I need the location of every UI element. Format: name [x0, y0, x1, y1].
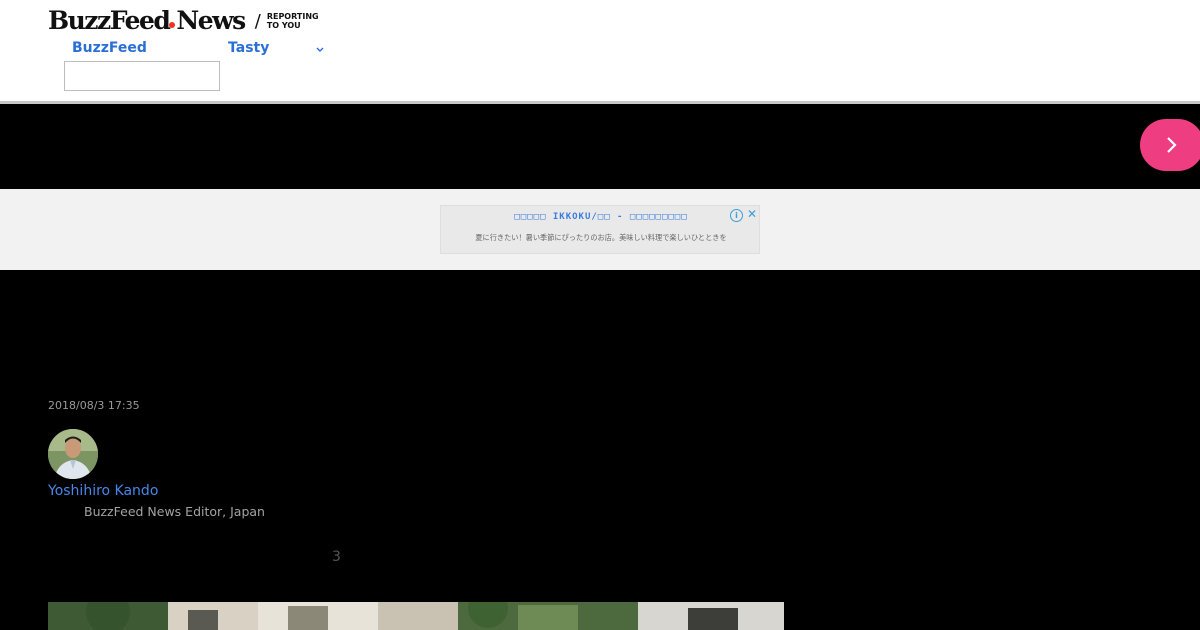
article-hero-image [48, 602, 784, 630]
logo-tagline: REPORTING TO YOU [267, 12, 327, 30]
header-divider [0, 101, 1200, 104]
author-avatar[interactable] [48, 429, 98, 479]
author-avatar-image [48, 429, 98, 479]
logo-brand: BuzzFeed [48, 6, 171, 35]
logo-slash: / [254, 10, 261, 32]
author-role: BuzzFeed News Editor, Japan [84, 504, 265, 519]
article-marker: 3 [332, 549, 341, 565]
site-header: BuzzFeed News / REPORTING TO YOU BuzzFeed… [0, 0, 1200, 101]
ad-info-icon[interactable]: i [730, 209, 743, 222]
logo-tagline-line2: TO YOU [266, 21, 301, 30]
logo-wordmark: BuzzFeed News [48, 6, 246, 36]
logo-dot [169, 22, 176, 28]
chevron-right-icon [1167, 137, 1177, 153]
logo-tagline-line1: REPORTING [266, 12, 319, 21]
ad-title[interactable]: □□□□□ IKKOKU/□□ - □□□□□□□□□ [441, 212, 761, 222]
ad-banner-strip: □□□□□ IKKOKU/□□ - □□□□□□□□□ 夏に行きたい！暑い季節に… [0, 189, 1200, 270]
hero-image-graphic [48, 602, 784, 630]
ad-close-icon[interactable]: ✕ [747, 207, 757, 221]
ad-description[interactable]: 夏に行きたい！暑い季節にぴったりのお店。美味しい料理で楽しいひとときを [441, 233, 761, 243]
ad-card[interactable]: □□□□□ IKKOKU/□□ - □□□□□□□□□ 夏に行きたい！暑い季節に… [440, 205, 760, 254]
article-timestamp: 2018/08/3 17:35 [48, 399, 140, 412]
chevron-down-icon[interactable] [313, 42, 327, 56]
author-name-link[interactable]: Yoshihiro Kando [48, 483, 158, 499]
logo-news: News [176, 6, 246, 35]
nav-link-tasty[interactable]: Tasty [228, 40, 269, 56]
site-logo[interactable]: BuzzFeed News / REPORTING TO YOU [48, 6, 327, 36]
nav-link-buzzfeed[interactable]: BuzzFeed [72, 40, 147, 56]
search-input[interactable] [64, 61, 220, 91]
next-story-button[interactable] [1140, 119, 1200, 171]
